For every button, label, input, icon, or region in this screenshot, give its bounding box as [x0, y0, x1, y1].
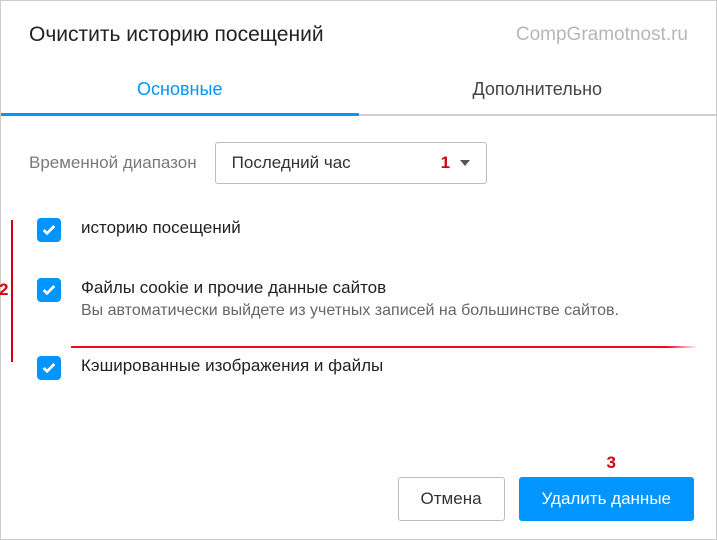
dialog-title: Очистить историю посещений — [29, 23, 324, 47]
annotation-2: 2 — [0, 280, 8, 300]
annotation-3: 3 — [607, 453, 616, 473]
check-icon — [41, 282, 57, 298]
check-icon — [41, 360, 57, 376]
annotation-underline — [71, 346, 698, 348]
time-range-value: Последний час — [232, 153, 351, 173]
tab-advanced[interactable]: Дополнительно — [359, 65, 717, 114]
option-cookies-sub: Вы автоматически выйдете из учетных запи… — [81, 302, 619, 320]
option-history-label: историю посещений — [81, 218, 241, 238]
time-range-select[interactable]: Последний час 1 — [215, 142, 487, 184]
option-cookies-label: Файлы cookie и прочие данные сайтов — [81, 278, 619, 298]
checkbox-cache[interactable] — [37, 356, 61, 380]
chevron-down-icon — [460, 160, 470, 166]
cancel-button[interactable]: Отмена — [398, 477, 505, 521]
tab-bar: Основные Дополнительно — [1, 65, 716, 116]
watermark: CompGramotnost.ru — [516, 24, 688, 46]
tab-basic[interactable]: Основные — [1, 65, 359, 114]
annotation-bracket — [11, 220, 13, 362]
annotation-1: 1 — [441, 153, 450, 173]
check-icon — [41, 222, 57, 238]
time-range-label: Временной диапазон — [29, 153, 197, 173]
option-cache-label: Кэшированные изображения и файлы — [81, 356, 383, 376]
checkbox-cookies[interactable] — [37, 278, 61, 302]
checkbox-history[interactable] — [37, 218, 61, 242]
clear-data-button[interactable]: Удалить данные — [519, 477, 694, 521]
